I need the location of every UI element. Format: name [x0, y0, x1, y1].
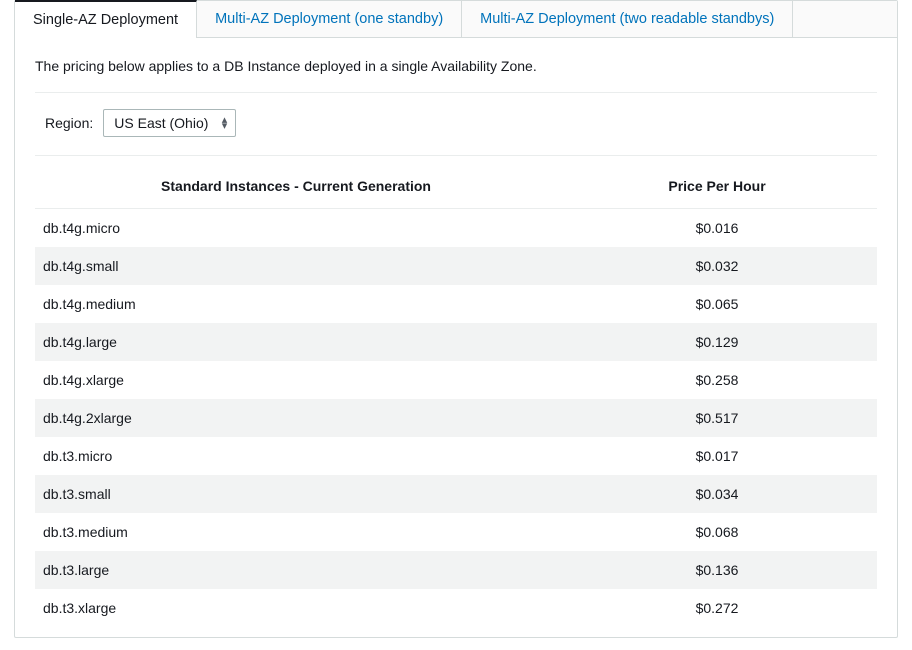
column-header-instance: Standard Instances - Current Generation [35, 166, 557, 209]
table-row: db.t4g.2xlarge$0.517 [35, 399, 877, 437]
column-header-price: Price Per Hour [557, 166, 877, 209]
table-row: db.t3.micro$0.017 [35, 437, 877, 475]
instance-type-cell: db.t3.xlarge [35, 589, 557, 627]
deployment-tabs-container: Single-AZ Deployment Multi-AZ Deployment… [14, 0, 898, 638]
pricing-table: Standard Instances - Current Generation … [35, 166, 877, 627]
instance-type-cell: db.t4g.large [35, 323, 557, 361]
instance-type-cell: db.t4g.small [35, 247, 557, 285]
instance-type-cell: db.t3.micro [35, 437, 557, 475]
pricing-table-header-row: Standard Instances - Current Generation … [35, 166, 877, 209]
table-row: db.t4g.medium$0.065 [35, 285, 877, 323]
region-selector-row: Region: US East (Ohio) ▴▾ [35, 93, 877, 156]
price-cell: $0.032 [557, 247, 877, 285]
intro-text: The pricing below applies to a DB Instan… [35, 58, 877, 93]
region-select-wrapper: US East (Ohio) ▴▾ [103, 109, 236, 137]
tab-multi-az-two-standbys[interactable]: Multi-AZ Deployment (two readable standb… [462, 1, 793, 37]
price-cell: $0.017 [557, 437, 877, 475]
table-row: db.t4g.small$0.032 [35, 247, 877, 285]
instance-type-cell: db.t4g.2xlarge [35, 399, 557, 437]
table-row: db.t3.medium$0.068 [35, 513, 877, 551]
price-cell: $0.016 [557, 209, 877, 248]
tab-list: Single-AZ Deployment Multi-AZ Deployment… [15, 1, 897, 38]
table-row: db.t4g.large$0.129 [35, 323, 877, 361]
table-row: db.t4g.xlarge$0.258 [35, 361, 877, 399]
instance-type-cell: db.t4g.micro [35, 209, 557, 248]
price-cell: $0.517 [557, 399, 877, 437]
price-cell: $0.129 [557, 323, 877, 361]
instance-type-cell: db.t3.small [35, 475, 557, 513]
table-row: db.t3.large$0.136 [35, 551, 877, 589]
tab-multi-az-one-standby[interactable]: Multi-AZ Deployment (one standby) [197, 1, 462, 37]
tab-panel-single-az: The pricing below applies to a DB Instan… [15, 38, 897, 637]
instance-type-cell: db.t3.large [35, 551, 557, 589]
price-cell: $0.258 [557, 361, 877, 399]
tab-single-az[interactable]: Single-AZ Deployment [15, 0, 197, 38]
region-label: Region: [45, 115, 93, 131]
instance-type-cell: db.t4g.medium [35, 285, 557, 323]
instance-type-cell: db.t4g.xlarge [35, 361, 557, 399]
price-cell: $0.068 [557, 513, 877, 551]
price-cell: $0.034 [557, 475, 877, 513]
price-cell: $0.065 [557, 285, 877, 323]
table-row: db.t4g.micro$0.016 [35, 209, 877, 248]
instance-type-cell: db.t3.medium [35, 513, 557, 551]
region-select[interactable]: US East (Ohio) [103, 109, 236, 137]
table-row: db.t3.small$0.034 [35, 475, 877, 513]
price-cell: $0.272 [557, 589, 877, 627]
price-cell: $0.136 [557, 551, 877, 589]
table-row: db.t3.xlarge$0.272 [35, 589, 877, 627]
